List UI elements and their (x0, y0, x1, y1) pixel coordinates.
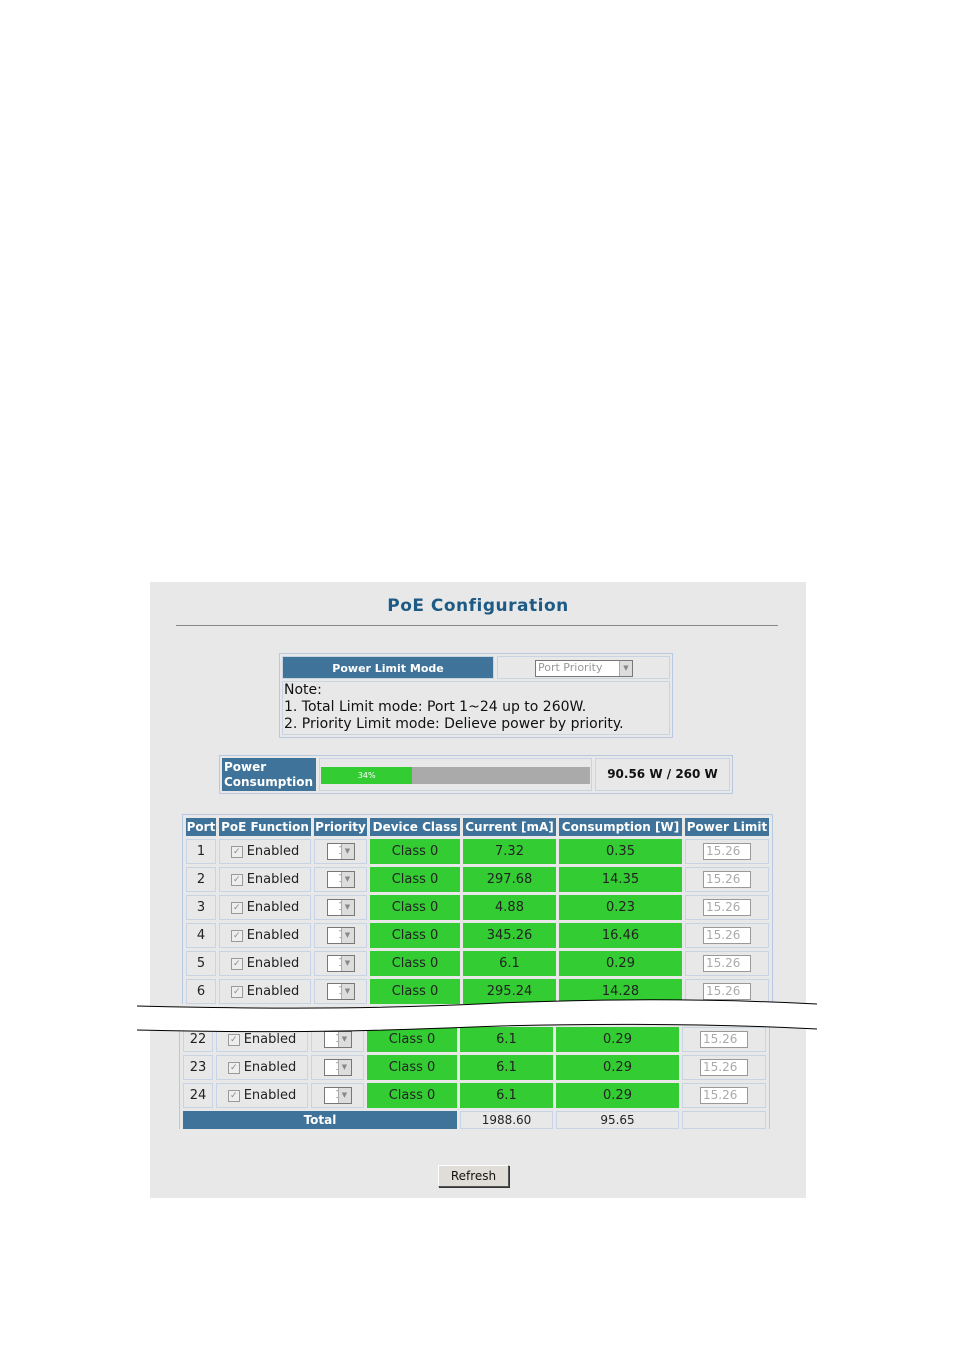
table-break-marker (136, 999, 818, 1033)
document-page: PoE Configuration Power Limit Mode Port … (0, 0, 954, 1350)
